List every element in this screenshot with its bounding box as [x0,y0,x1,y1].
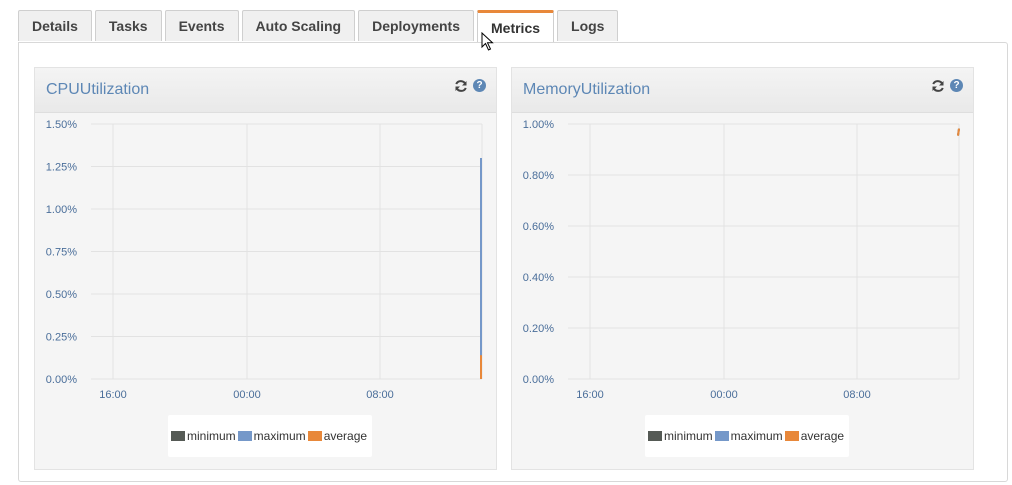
legend-average[interactable]: average [307,429,368,443]
tab-details[interactable]: Details [18,10,92,41]
y-tick-label: 0.60% [523,221,554,233]
legend-minimum[interactable]: minimum [171,429,236,443]
refresh-icon[interactable] [454,79,468,93]
y-tick-label: 0.00% [523,374,554,386]
metrics-panel: CPUUtilization ? 1.50% 1.25% 1.00% 0.75% 0.5… [18,42,1008,482]
widget-actions: ? [931,79,963,93]
widget-title: MemoryUtilization [523,81,651,98]
mouse-cursor-icon [481,32,494,51]
cpu-utilization-chart: 1.50% 1.25% 1.00% 0.75% 0.50% 0.25% 0.00% 16:00… [46,119,483,401]
legend-swatch [171,431,185,441]
legend-label: maximum [730,429,783,443]
legend-maximum[interactable]: maximum [237,429,306,443]
widget-title: CPUUtilization [46,81,150,98]
y-tick-label: 0.80% [523,170,554,182]
help-icon[interactable]: ? [473,79,486,92]
legend-average[interactable]: average [784,429,845,443]
memory-utilization-widget: MemoryUtilization ? 1.00% 0.80% 0.60% 0.40%… [511,67,974,470]
y-tick-label: 0.00% [46,374,77,386]
legend-maximum[interactable]: maximum [714,429,783,443]
x-tick-label: 16:00 [99,389,127,401]
legend-label: average [323,429,368,443]
y-tick-label: 0.75% [46,247,77,259]
tab-auto-scaling[interactable]: Auto Scaling [241,10,356,41]
memory-utilization-chart: 1.00% 0.80% 0.60% 0.40% 0.20% 0.00% 16:00 00:00… [523,119,960,401]
tab-bar: Details Tasks Events Auto Scaling Deploy… [18,10,619,43]
widget-header: MemoryUtilization ? [512,68,973,113]
tab-tasks[interactable]: Tasks [94,10,162,41]
series-average-mark [957,128,960,136]
tab-events[interactable]: Events [164,10,239,41]
y-tick-label: 1.00% [46,204,77,216]
chart-legend: minimum maximum average [168,415,373,457]
legend-label: average [800,429,845,443]
x-tick-label: 00:00 [233,389,261,401]
y-tick-label: 1.25% [46,162,77,174]
cpu-utilization-widget: CPUUtilization ? 1.50% 1.25% 1.00% 0.75% 0.5… [34,67,497,470]
x-tick-label: 00:00 [710,389,738,401]
legend-label: minimum [664,429,713,443]
legend-swatch [648,431,662,441]
legend-label: minimum [187,429,236,443]
legend-swatch [237,431,252,441]
legend-swatch [784,431,799,441]
y-tick-label: 0.20% [523,323,554,335]
refresh-icon[interactable] [931,79,945,93]
legend-label: maximum [253,429,306,443]
help-icon[interactable]: ? [950,79,963,92]
x-tick-label: 16:00 [576,389,604,401]
widget-header: CPUUtilization ? [35,68,496,113]
legend-minimum[interactable]: minimum [648,429,713,443]
y-tick-label: 1.50% [46,119,77,131]
x-tick-label: 08:00 [843,389,871,401]
chart-legend: minimum maximum average [645,415,850,457]
y-tick-label: 1.00% [523,119,554,131]
y-tick-label: 0.50% [46,289,77,301]
widget-actions: ? [454,79,486,93]
tab-deployments[interactable]: Deployments [358,10,474,41]
legend-swatch [714,431,729,441]
tab-logs[interactable]: Logs [557,10,619,41]
legend-swatch [307,431,322,441]
plot-area [568,124,959,379]
y-tick-label: 0.25% [46,332,77,344]
x-tick-label: 08:00 [366,389,394,401]
y-tick-label: 0.40% [523,272,554,284]
